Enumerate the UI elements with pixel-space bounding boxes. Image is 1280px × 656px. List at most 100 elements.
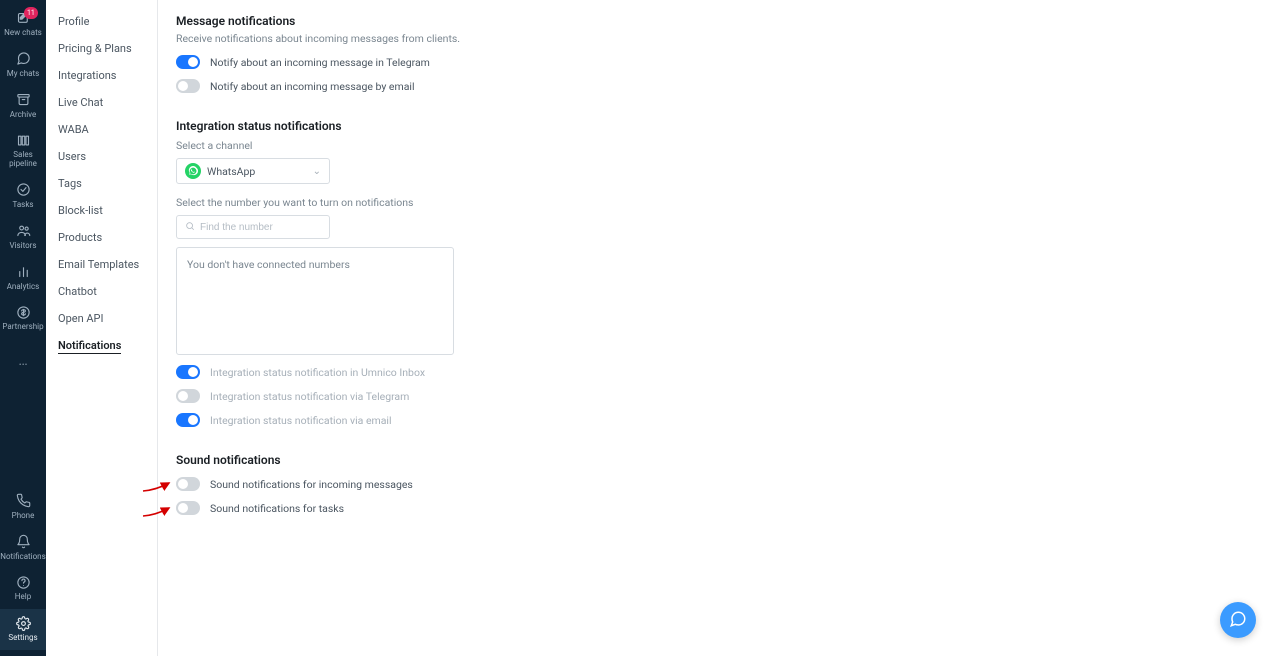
toggle-msg-email[interactable] xyxy=(176,79,200,93)
rail-item-analytics[interactable]: Analytics xyxy=(0,258,46,299)
subnav-item-chatbot[interactable]: Chatbot xyxy=(46,278,157,305)
unread-badge: 11 xyxy=(24,7,38,19)
helpq-icon xyxy=(15,574,31,590)
subnav-item-email-templates[interactable]: Email Templates xyxy=(46,251,157,278)
rail-item-partnership[interactable]: Partnership xyxy=(0,298,46,339)
rail-item-my-chats[interactable]: My chats xyxy=(0,45,46,86)
section-title: Integration status notifications xyxy=(176,119,1262,133)
toggle-row-msg-email: Notify about an incoming message by emai… xyxy=(176,79,1262,93)
number-search-input-wrap[interactable] xyxy=(176,215,330,239)
rail-item-visitors[interactable]: Visitors xyxy=(0,217,46,258)
rail-label: Partnership xyxy=(2,323,43,332)
rail-label: New chats xyxy=(4,29,42,38)
columns-icon xyxy=(15,132,31,148)
toggle-row-int-telegram: Integration status notification via Tele… xyxy=(176,389,1262,403)
connected-numbers-box: You don't have connected numbers xyxy=(176,247,454,355)
gear-icon xyxy=(15,615,31,631)
rail-label: Archive xyxy=(10,111,36,120)
primary-nav-rail: New chats 11 My chats Archive Sales pipeline… xyxy=(0,0,46,656)
channel-select[interactable]: WhatsApp ⌄ xyxy=(176,158,330,184)
section-sound-notifications: Sound notifications Sound notifications … xyxy=(176,453,1262,515)
channel-select-value: WhatsApp xyxy=(207,165,255,178)
subnav-item-block-list[interactable]: Block-list xyxy=(46,197,157,224)
bell-icon xyxy=(15,534,31,550)
whatsapp-icon xyxy=(185,163,201,179)
subnav-item-label: Products xyxy=(58,231,102,244)
rail-item-help[interactable]: Help xyxy=(0,568,46,609)
subnav-item-label: Email Templates xyxy=(58,258,139,271)
subnav-item-profile[interactable]: Profile xyxy=(46,8,157,35)
rail-label: Help xyxy=(15,593,31,602)
toggle-label: Integration status notification via emai… xyxy=(210,414,392,427)
section-title: Sound notifications xyxy=(176,453,1262,467)
rail-label: Phone xyxy=(12,512,35,521)
rail-more[interactable]: … xyxy=(0,339,46,383)
toggle-row-sound-messages: Sound notifications for incoming message… xyxy=(176,477,1262,491)
phone-icon xyxy=(15,493,31,509)
number-search-input[interactable] xyxy=(200,222,332,233)
settings-subnav: Profile Pricing & Plans Integrations Live C… xyxy=(46,0,158,656)
section-integration-status: Integration status notifications Select … xyxy=(176,119,1262,427)
subnav-item-label: WABA xyxy=(58,123,89,136)
section-message-notifications: Message notifications Receive notificati… xyxy=(176,14,1262,93)
check-icon xyxy=(15,182,31,198)
subnav-item-open-api[interactable]: Open API xyxy=(46,305,157,332)
chat-icon xyxy=(15,51,31,67)
subnav-item-live-chat[interactable]: Live Chat xyxy=(46,89,157,116)
bars-icon xyxy=(15,264,31,280)
subnav-item-label: Integrations xyxy=(58,69,116,82)
subnav-item-label: Block-list xyxy=(58,204,103,217)
subnav-item-label: Users xyxy=(58,150,86,163)
subnav-item-label: Profile xyxy=(58,15,89,28)
rail-item-sales[interactable]: Sales pipeline xyxy=(0,126,46,176)
rail-label: Settings xyxy=(8,634,37,643)
subnav-item-label: Open API xyxy=(58,312,104,325)
subnav-item-notifications[interactable]: Notifications xyxy=(46,332,157,359)
toggle-sound-tasks[interactable] xyxy=(176,501,200,515)
subnav-item-integrations[interactable]: Integrations xyxy=(46,62,157,89)
toggle-sound-messages[interactable] xyxy=(176,477,200,491)
subnav-item-label: Notifications xyxy=(58,339,121,354)
search-icon xyxy=(185,221,195,234)
subnav-item-pricing-plans[interactable]: Pricing & Plans xyxy=(46,35,157,62)
subnav-item-users[interactable]: Users xyxy=(46,143,157,170)
chevron-down-icon: ⌄ xyxy=(313,166,321,177)
toggle-label: Integration status notification via Tele… xyxy=(210,390,409,403)
rail-label: Analytics xyxy=(7,283,40,292)
rail-item-phone[interactable]: Phone xyxy=(0,487,46,528)
ellipsis-icon: … xyxy=(15,353,31,369)
toggle-row-int-inbox: Integration status notification in Umnic… xyxy=(176,365,1262,379)
rail-item-archive[interactable]: Archive xyxy=(0,86,46,127)
archive-icon xyxy=(15,92,31,108)
field-label-channel: Select a channel xyxy=(176,139,1262,152)
toggle-int-inbox[interactable] xyxy=(176,365,200,379)
toggle-int-telegram[interactable] xyxy=(176,389,200,403)
toggle-label: Notify about an incoming message by emai… xyxy=(210,80,415,93)
toggle-int-email[interactable] xyxy=(176,413,200,427)
toggle-label: Integration status notification in Umnic… xyxy=(210,366,425,379)
support-chat-button[interactable] xyxy=(1220,602,1256,638)
toggle-label: Sound notifications for tasks xyxy=(210,502,344,515)
rail-item-tasks[interactable]: Tasks xyxy=(0,176,46,217)
toggle-msg-telegram[interactable] xyxy=(176,55,200,69)
users-icon xyxy=(15,223,31,239)
field-label-number: Select the number you want to turn on no… xyxy=(176,196,1262,209)
subnav-item-label: Pricing & Plans xyxy=(58,42,132,55)
subnav-item-products[interactable]: Products xyxy=(46,224,157,251)
main-content: Message notifications Receive notificati… xyxy=(158,0,1280,656)
toggle-row-int-email: Integration status notification via emai… xyxy=(176,413,1262,427)
subnav-item-tags[interactable]: Tags xyxy=(46,170,157,197)
rail-item-new-chats[interactable]: New chats 11 xyxy=(0,4,46,45)
subnav-item-label: Live Chat xyxy=(58,96,103,109)
subnav-item-label: Tags xyxy=(58,177,82,190)
rail-item-notifications[interactable]: Notifications xyxy=(0,528,46,569)
toggle-row-sound-tasks: Sound notifications for tasks xyxy=(176,501,1262,515)
rail-label: My chats xyxy=(7,70,39,79)
toggle-label: Sound notifications for incoming message… xyxy=(210,478,413,491)
rail-label: Tasks xyxy=(13,201,34,210)
subnav-item-waba[interactable]: WABA xyxy=(46,116,157,143)
subnav-item-label: Chatbot xyxy=(58,285,97,298)
rail-item-settings[interactable]: Settings xyxy=(0,609,46,650)
rail-label: Visitors xyxy=(9,242,36,251)
section-title: Message notifications xyxy=(176,14,1262,28)
